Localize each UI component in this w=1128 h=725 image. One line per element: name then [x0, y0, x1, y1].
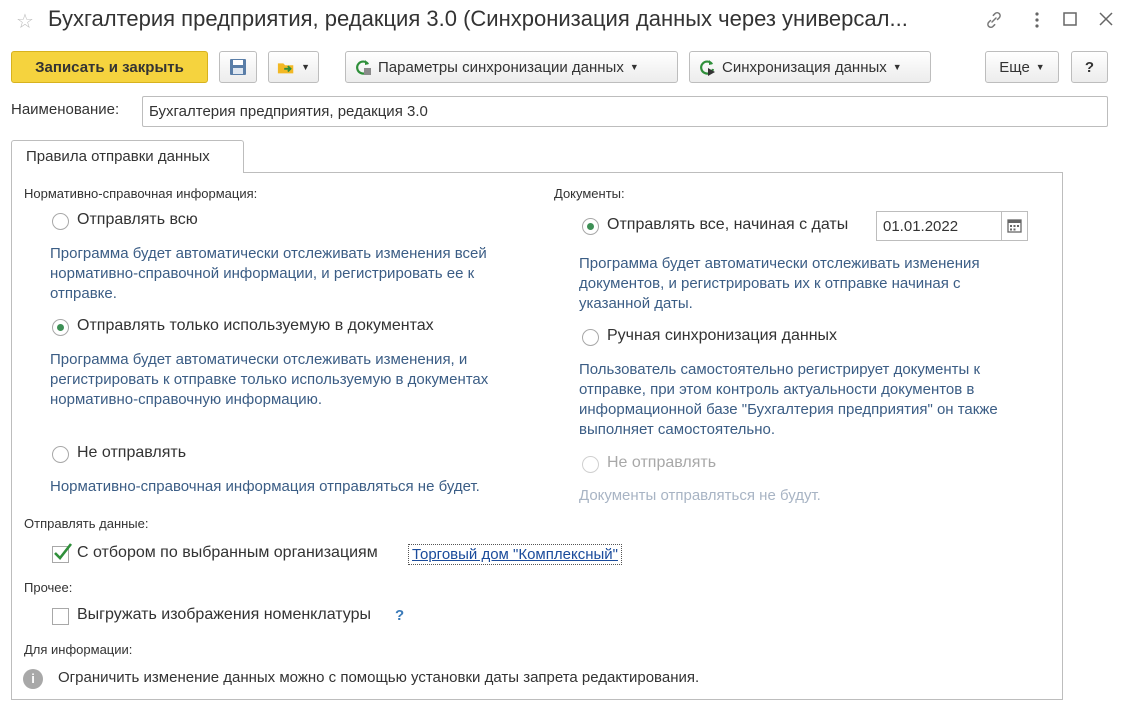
desc-line: документов, и регистрировать их к отправ… — [579, 275, 961, 292]
docs-manual-sync-radio[interactable] — [582, 329, 599, 346]
star-icon[interactable]: ☆ — [16, 9, 34, 34]
chevron-down-icon: ▼ — [301, 62, 310, 72]
org-filter-label: С отбором по выбранным организациям — [77, 544, 378, 561]
sync-data-label: Синхронизация данных — [722, 58, 887, 76]
org-filter-checkbox[interactable] — [52, 543, 73, 563]
other-title: Прочее: — [24, 580, 73, 595]
docs-send-from-date-label: Отправлять все, начиная с даты — [607, 216, 849, 233]
name-input[interactable] — [142, 96, 1108, 127]
nsi-send-used-desc: Программа будет автоматически отслеживат… — [50, 350, 488, 410]
sync-data-button[interactable]: Синхронизация данных ▼ — [689, 51, 931, 83]
calendar-icon — [1007, 219, 1022, 233]
nsi-send-used-radio[interactable] — [52, 319, 69, 336]
desc-line: регистрировать к отправке только использ… — [50, 371, 489, 388]
desc-line: Программа будет автоматически отслеживат… — [50, 351, 468, 368]
help-button[interactable]: ? — [1071, 51, 1108, 83]
desc-line: отправке. — [50, 285, 117, 302]
help-label: ? — [1084, 58, 1095, 76]
tab-send-rules[interactable]: Правила отправки данных — [11, 140, 244, 173]
docs-send-from-date-radio[interactable] — [582, 218, 599, 235]
more-button[interactable]: Еще ▼ — [985, 51, 1059, 83]
window-title: Бухгалтерия предприятия, редакция 3.0 (С… — [48, 6, 908, 31]
docs-no-send-label: Не отправлять — [607, 454, 717, 471]
desc-line: Пользователь самостоятельно регистрирует… — [579, 361, 981, 378]
sync-params-label: Параметры синхронизации данных — [378, 58, 624, 76]
chevron-down-icon: ▼ — [892, 62, 902, 72]
org-link[interactable]: Торговый дом "Комплексный" — [408, 544, 622, 565]
export-images-label: Выгружать изображения номенклатуры — [77, 606, 371, 623]
desc-line: отправке, при этом контроль актуальности… — [579, 381, 975, 398]
docs-no-send-radio[interactable] — [582, 456, 599, 473]
sync-params-icon — [356, 60, 371, 75]
more-label: Еще — [999, 58, 1030, 76]
maximize-icon[interactable] — [1061, 10, 1079, 33]
nsi-title: Нормативно-справочная информация: — [24, 186, 258, 201]
chevron-down-icon: ▼ — [629, 62, 639, 72]
date-input[interactable] — [876, 211, 1002, 241]
info-text: Ограничить изменение данных можно с помо… — [58, 669, 700, 686]
name-label: Наименование: — [11, 101, 120, 118]
save-close-label: Записать и закрыть — [35, 58, 184, 76]
sync-icon — [700, 60, 715, 76]
tab-label: Правила отправки данных — [26, 148, 210, 165]
export-images-checkbox[interactable] — [52, 608, 69, 625]
docs-send-from-date-desc: Программа будет автоматически отслеживат… — [579, 254, 980, 314]
info-title: Для информации: — [24, 642, 133, 657]
floppy-icon — [230, 59, 246, 75]
nsi-send-all-label: Отправлять всю — [77, 211, 198, 228]
desc-line: указанной даты. — [579, 295, 693, 312]
send-title: Отправлять данные: — [24, 516, 149, 531]
nsi-no-send-radio[interactable] — [52, 446, 69, 463]
sync-params-button[interactable]: Параметры синхронизации данных ▼ — [345, 51, 678, 83]
nsi-send-used-label: Отправлять только используемую в докумен… — [77, 317, 434, 334]
docs-manual-sync-label: Ручная синхронизация данных — [607, 327, 838, 344]
desc-line: Программа будет автоматически отслеживат… — [579, 255, 980, 272]
desc-line: нормативно-справочную информацию. — [50, 391, 322, 408]
desc-line: Нормативно-справочная информация отправл… — [50, 478, 480, 495]
docs-no-send-desc: Документы отправляться не будут. — [579, 486, 821, 506]
save-close-button[interactable]: Записать и закрыть — [11, 51, 208, 83]
help-icon[interactable]: ? — [395, 607, 404, 624]
nsi-no-send-label: Не отправлять — [77, 444, 187, 461]
desc-line: Документы отправляться не будут. — [579, 487, 821, 504]
nsi-send-all-radio[interactable] — [52, 213, 69, 230]
calendar-button[interactable] — [1001, 211, 1028, 241]
more-icon[interactable] — [1027, 10, 1047, 35]
chevron-down-icon: ▼ — [1035, 62, 1045, 72]
link-icon[interactable] — [984, 10, 1004, 35]
desc-line: информационной базе "Бухгалтерия предпри… — [579, 401, 998, 418]
nsi-no-send-desc: Нормативно-справочная информация отправл… — [50, 477, 480, 497]
desc-line: Программа будет автоматически отслеживат… — [50, 245, 487, 262]
desc-line: нормативно-справочной информации, и реги… — [50, 265, 475, 282]
folder-arrow-icon — [277, 63, 294, 74]
docs-manual-sync-desc: Пользователь самостоятельно регистрирует… — [579, 360, 998, 440]
nsi-send-all-desc: Программа будет автоматически отслеживат… — [50, 244, 487, 304]
checkmark-icon — [54, 543, 73, 560]
docs-title: Документы: — [554, 186, 625, 201]
desc-line: выполняет самостоятельно. — [579, 421, 775, 438]
print-send-button[interactable]: ▼ — [268, 51, 319, 83]
save-button[interactable] — [219, 51, 257, 83]
close-icon[interactable] — [1097, 10, 1115, 33]
info-icon: i — [23, 669, 43, 689]
